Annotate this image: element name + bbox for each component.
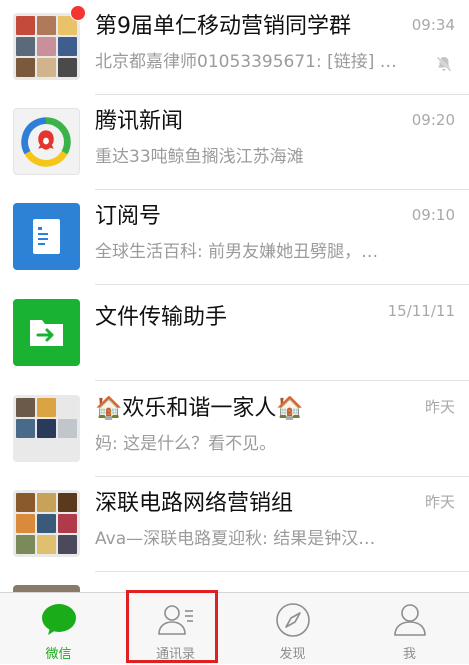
tab-label: 微信 bbox=[45, 647, 72, 662]
chat-title: 文件传输助手 bbox=[95, 305, 228, 330]
contacts-icon bbox=[158, 605, 193, 635]
chat-row[interactable]: 订阅号 全球生活百科: 前男友嫌她丑劈腿，… 09:10 bbox=[0, 190, 469, 285]
chat-title: 第9届单仁移动营销同学群 bbox=[95, 14, 351, 39]
chat-title: 深联电路网络营销组 bbox=[95, 491, 294, 516]
chat-row[interactable]: 文件传输助手 15/11/11 bbox=[0, 286, 469, 381]
chat-preview: 妈: 这是什么？看不见。 bbox=[95, 434, 277, 454]
tab-discover[interactable]: 发现 bbox=[234, 593, 351, 665]
bottom-tab-bar: 微信 通讯录 发现 我 bbox=[0, 592, 469, 664]
chat-time: 昨天 bbox=[424, 398, 455, 416]
compass-icon bbox=[276, 603, 310, 637]
chat-row[interactable]: 🏠欢乐和谐一家人🏠 妈: 这是什么？看不见。 昨天 bbox=[0, 382, 469, 477]
chat-preview: 全球生活百科: 前男友嫌她丑劈腿，… bbox=[95, 242, 379, 262]
group-avatar bbox=[13, 395, 80, 462]
chat-time: 昨天 bbox=[424, 493, 455, 511]
chat-preview: 北京都嘉律师01053395671: [链接] … bbox=[95, 52, 397, 72]
person-icon bbox=[394, 604, 426, 636]
chat-row[interactable] bbox=[0, 572, 469, 592]
chat-time: 09:34 bbox=[411, 16, 455, 34]
chat-title-text: 欢乐和谐一家人 bbox=[122, 396, 277, 421]
subscription-avatar bbox=[13, 203, 80, 270]
chat-row[interactable]: 第9届单仁移动营销同学群 北京都嘉律师01053395671: [链接] … 0… bbox=[0, 0, 469, 95]
mute-bell-icon bbox=[436, 56, 452, 72]
tab-wechat[interactable]: 微信 bbox=[0, 593, 117, 665]
tab-label: 发现 bbox=[279, 647, 306, 662]
row-divider bbox=[95, 380, 469, 381]
chat-list: 第9届单仁移动营销同学群 北京都嘉律师01053395671: [链接] … 0… bbox=[0, 0, 469, 592]
chat-time: 15/11/11 bbox=[387, 302, 455, 320]
tab-me[interactable]: 我 bbox=[351, 593, 468, 665]
tab-label: 我 bbox=[402, 647, 416, 662]
house-emoji: 🏠 bbox=[276, 396, 304, 421]
chat-bubble-icon bbox=[42, 604, 76, 635]
chat-row[interactable]: 深联电路网络营销组 Ava—深联电路夏迎秋: 结果是钟汉… 昨天 bbox=[0, 477, 469, 572]
chat-time: 09:10 bbox=[411, 206, 455, 224]
chat-title: 订阅号 bbox=[95, 204, 162, 229]
tencent-news-logo bbox=[13, 108, 80, 175]
house-emoji: 🏠 bbox=[95, 396, 123, 421]
chat-time: 09:20 bbox=[411, 111, 455, 129]
chat-preview: 重达33吨鲸鱼搁浅江苏海滩 bbox=[95, 147, 304, 167]
tab-label: 通讯录 bbox=[155, 647, 195, 662]
avatar bbox=[13, 585, 80, 592]
chat-preview: Ava—深联电路夏迎秋: 结果是钟汉… bbox=[95, 529, 376, 549]
group-avatar bbox=[13, 490, 80, 557]
folder-arrow-icon bbox=[30, 320, 63, 346]
row-divider bbox=[95, 284, 469, 285]
document-icon bbox=[33, 219, 60, 254]
tab-contacts[interactable]: 通讯录 bbox=[117, 593, 234, 665]
chat-title: 腾讯新闻 bbox=[95, 109, 184, 134]
chat-row[interactable]: 腾讯新闻 重达33吨鲸鱼搁浅江苏海滩 09:20 bbox=[0, 95, 469, 190]
unread-badge bbox=[70, 5, 86, 21]
group-avatar bbox=[13, 13, 80, 80]
chat-title: 🏠欢乐和谐一家人🏠 bbox=[95, 394, 304, 424]
file-transfer-avatar bbox=[13, 299, 80, 366]
